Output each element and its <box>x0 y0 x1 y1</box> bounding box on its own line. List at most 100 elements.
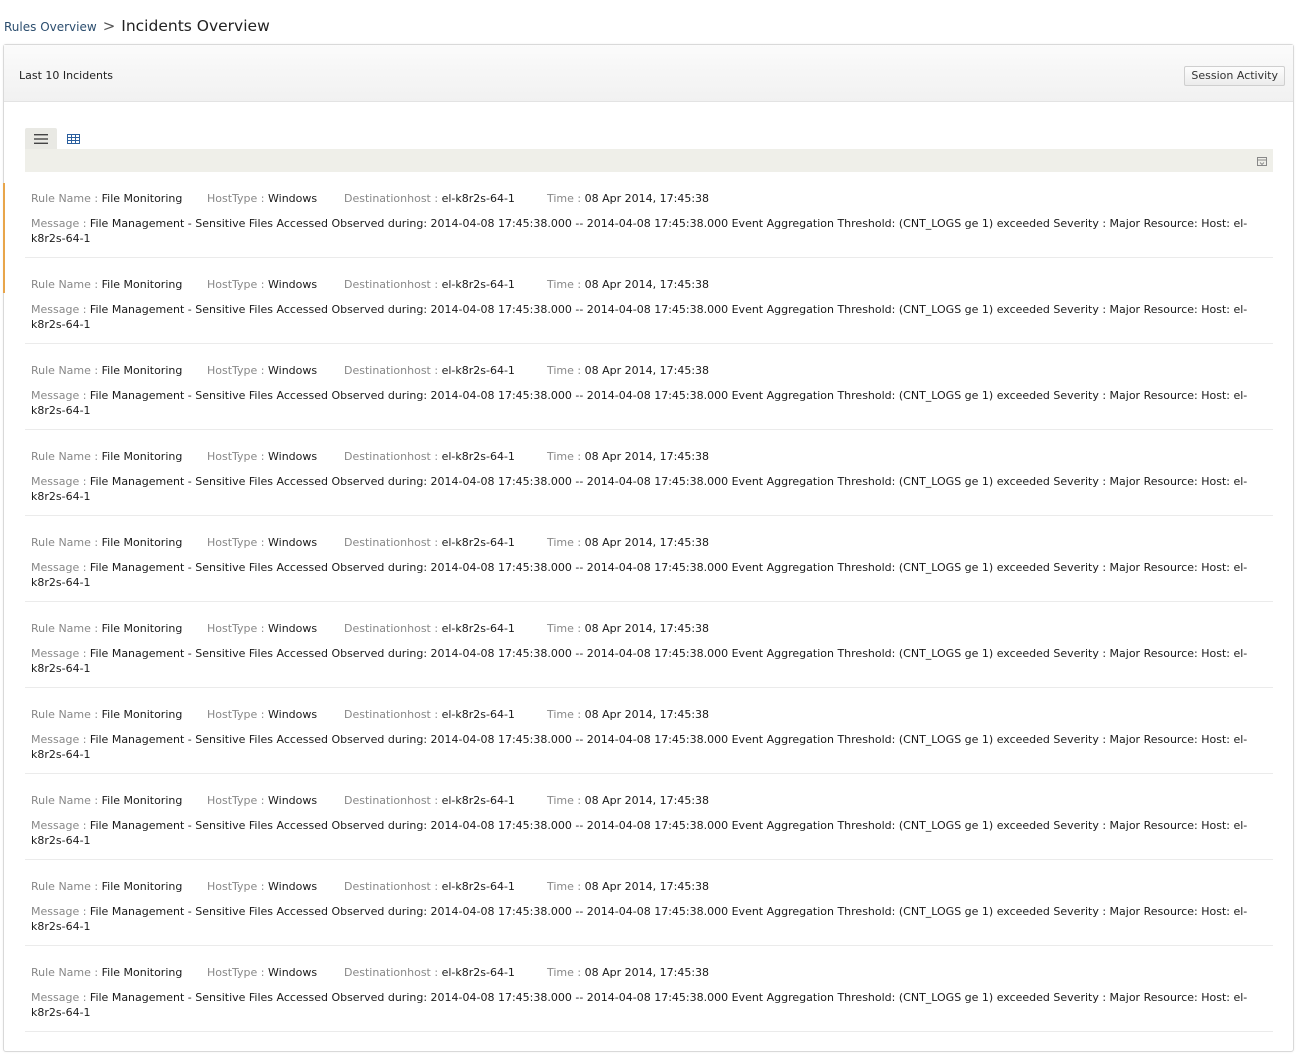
panel-title: Last 10 Incidents <box>19 69 113 82</box>
host-type-field: HostType : Windows <box>207 966 317 979</box>
rule-name-value: File Monitoring <box>101 880 183 893</box>
destination-host-value: el-k8r2s-64-1 <box>441 880 515 893</box>
incident-row[interactable]: Rule Name : File Monitoring HostType : W… <box>25 602 1273 688</box>
host-type-field: HostType : Windows <box>207 708 317 721</box>
time-value: 08 Apr 2014, 17:45:38 <box>584 536 710 549</box>
incident-row[interactable]: Rule Name : File Monitoring HostType : W… <box>25 688 1273 774</box>
message-value: File Management - Sensitive Files Access… <box>31 647 1248 675</box>
incident-row[interactable]: Rule Name : File Monitoring HostType : W… <box>25 946 1273 1032</box>
destination-host-value: el-k8r2s-64-1 <box>441 708 515 721</box>
incident-row[interactable]: Rule Name : File Monitoring HostType : W… <box>25 172 1273 258</box>
incident-row[interactable]: Rule Name : File Monitoring HostType : W… <box>25 516 1273 602</box>
message-label: Message : <box>31 217 87 230</box>
incident-row[interactable]: Rule Name : File Monitoring HostType : W… <box>25 860 1273 946</box>
host-type-value: Windows <box>268 192 318 205</box>
incident-message: Message : File Management - Sensitive Fi… <box>31 818 1267 848</box>
destination-host-field: Destinationhost : el-k8r2s-64-1 <box>344 450 515 463</box>
host-type-label: HostType : <box>207 708 265 721</box>
incident-row[interactable]: Rule Name : File Monitoring HostType : W… <box>25 344 1273 430</box>
time-field: Time : 08 Apr 2014, 17:45:38 <box>547 880 709 893</box>
time-field: Time : 08 Apr 2014, 17:45:38 <box>547 966 709 979</box>
incident-message: Message : File Management - Sensitive Fi… <box>31 990 1267 1020</box>
message-value: File Management - Sensitive Files Access… <box>31 303 1248 331</box>
rule-name-value: File Monitoring <box>101 278 183 291</box>
rule-name-label: Rule Name : <box>31 708 99 721</box>
destination-host-value: el-k8r2s-64-1 <box>441 536 515 549</box>
time-field: Time : 08 Apr 2014, 17:45:38 <box>547 278 709 291</box>
rule-name-label: Rule Name : <box>31 192 99 205</box>
rule-name-label: Rule Name : <box>31 880 99 893</box>
grid-view-toggle[interactable] <box>57 128 89 149</box>
grid-view-icon <box>66 133 80 144</box>
destination-host-label: Destinationhost : <box>344 966 439 979</box>
incident-row[interactable]: Rule Name : File Monitoring HostType : W… <box>25 430 1273 516</box>
rule-name-label: Rule Name : <box>31 364 99 377</box>
rule-name-field: Rule Name : File Monitoring <box>31 278 182 291</box>
destination-host-value: el-k8r2s-64-1 <box>441 966 515 979</box>
destination-host-label: Destinationhost : <box>344 364 439 377</box>
destination-host-field: Destinationhost : el-k8r2s-64-1 <box>344 966 515 979</box>
destination-host-field: Destinationhost : el-k8r2s-64-1 <box>344 278 515 291</box>
message-label: Message : <box>31 991 87 1004</box>
message-value: File Management - Sensitive Files Access… <box>31 905 1248 933</box>
message-value: File Management - Sensitive Files Access… <box>31 991 1248 1019</box>
message-label: Message : <box>31 905 87 918</box>
breadcrumb-rules-overview-link[interactable]: Rules Overview <box>4 20 97 34</box>
rule-name-label: Rule Name : <box>31 536 99 549</box>
destination-host-label: Destinationhost : <box>344 450 439 463</box>
incident-message: Message : File Management - Sensitive Fi… <box>31 474 1267 504</box>
destination-host-label: Destinationhost : <box>344 192 439 205</box>
message-value: File Management - Sensitive Files Access… <box>31 475 1248 503</box>
destination-host-label: Destinationhost : <box>344 794 439 807</box>
export-icon[interactable] <box>1257 157 1267 166</box>
breadcrumb: Rules Overview > Incidents Overview <box>4 17 270 39</box>
time-field: Time : 08 Apr 2014, 17:45:38 <box>547 794 709 807</box>
time-value: 08 Apr 2014, 17:45:38 <box>584 708 710 721</box>
incident-message: Message : File Management - Sensitive Fi… <box>31 216 1267 246</box>
message-value: File Management - Sensitive Files Access… <box>31 561 1248 589</box>
time-label: Time : <box>547 708 582 721</box>
destination-host-field: Destinationhost : el-k8r2s-64-1 <box>344 708 515 721</box>
view-toggles <box>25 128 89 149</box>
time-value: 08 Apr 2014, 17:45:38 <box>584 966 710 979</box>
message-label: Message : <box>31 647 87 660</box>
host-type-field: HostType : Windows <box>207 278 317 291</box>
rule-name-field: Rule Name : File Monitoring <box>31 880 182 893</box>
incident-message: Message : File Management - Sensitive Fi… <box>31 904 1267 934</box>
destination-host-label: Destinationhost : <box>344 536 439 549</box>
host-type-field: HostType : Windows <box>207 536 317 549</box>
time-field: Time : 08 Apr 2014, 17:45:38 <box>547 192 709 205</box>
incident-row[interactable]: Rule Name : File Monitoring HostType : W… <box>25 774 1273 860</box>
incidents-panel: Last 10 Incidents Session Activity Rule … <box>3 44 1294 1052</box>
time-field: Time : 08 Apr 2014, 17:45:38 <box>547 536 709 549</box>
host-type-field: HostType : Windows <box>207 192 317 205</box>
message-label: Message : <box>31 475 87 488</box>
incident-message: Message : File Management - Sensitive Fi… <box>31 560 1267 590</box>
destination-host-label: Destinationhost : <box>344 278 439 291</box>
rule-name-label: Rule Name : <box>31 794 99 807</box>
host-type-label: HostType : <box>207 794 265 807</box>
list-view-toggle[interactable] <box>25 128 57 149</box>
host-type-field: HostType : Windows <box>207 880 317 893</box>
host-type-label: HostType : <box>207 278 265 291</box>
rule-name-value: File Monitoring <box>101 192 183 205</box>
message-value: File Management - Sensitive Files Access… <box>31 389 1248 417</box>
session-activity-button[interactable]: Session Activity <box>1184 66 1285 86</box>
message-label: Message : <box>31 733 87 746</box>
incident-row[interactable]: Rule Name : File Monitoring HostType : W… <box>25 258 1273 344</box>
time-label: Time : <box>547 364 582 377</box>
page-title: Incidents Overview <box>121 17 270 35</box>
destination-host-value: el-k8r2s-64-1 <box>441 450 515 463</box>
time-label: Time : <box>547 192 582 205</box>
host-type-label: HostType : <box>207 966 265 979</box>
destination-host-field: Destinationhost : el-k8r2s-64-1 <box>344 880 515 893</box>
time-value: 08 Apr 2014, 17:45:38 <box>584 364 710 377</box>
host-type-field: HostType : Windows <box>207 450 317 463</box>
host-type-value: Windows <box>268 622 318 635</box>
rule-name-value: File Monitoring <box>101 708 183 721</box>
host-type-value: Windows <box>268 794 318 807</box>
rule-name-label: Rule Name : <box>31 966 99 979</box>
time-label: Time : <box>547 966 582 979</box>
host-type-label: HostType : <box>207 450 265 463</box>
rule-name-field: Rule Name : File Monitoring <box>31 794 182 807</box>
